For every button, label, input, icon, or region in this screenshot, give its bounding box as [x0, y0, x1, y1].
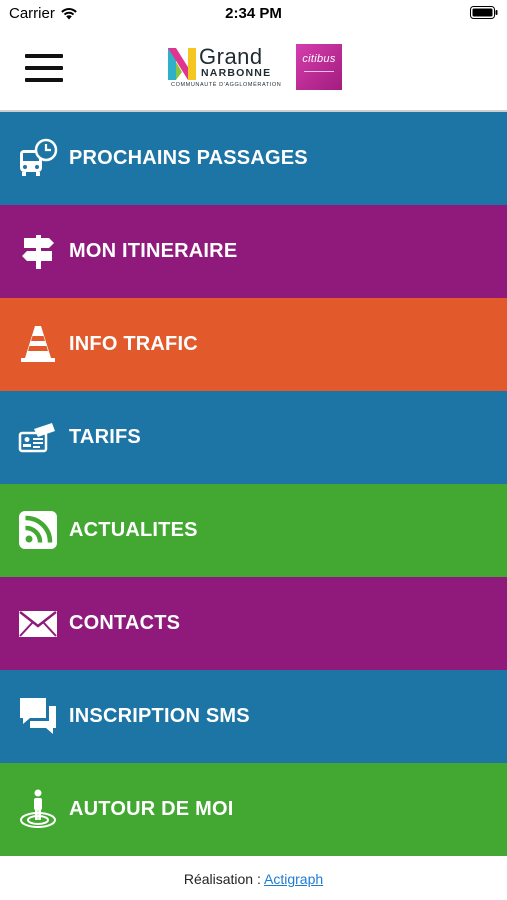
- menu-label: TARIFS: [69, 426, 141, 448]
- footer: Réalisation : Actigraph: [0, 858, 507, 900]
- rss-icon: [19, 511, 57, 549]
- menu-label: AUTOUR DE MOI: [69, 798, 234, 820]
- grand-narbonne-logo: Grand NARBONNE COMMUNAUTÉ D'AGGLOMÉRATIO…: [168, 44, 346, 94]
- status-bar: Carrier 2:34 PM: [0, 0, 507, 28]
- envelope-icon: [19, 611, 57, 637]
- citibus-text: citibus: [302, 53, 336, 65]
- menu-item-prochains-passages[interactable]: PROCHAINS PASSAGES: [0, 112, 507, 205]
- traffic-cone-icon: [21, 326, 55, 362]
- actigraph-link[interactable]: Actigraph: [264, 871, 323, 887]
- logo-narbonne-text: NARBONNE: [201, 67, 272, 79]
- battery-icon: [470, 6, 498, 23]
- citibus-logo: citibus: [296, 44, 342, 90]
- menu-label: CONTACTS: [69, 612, 181, 634]
- bus-clock-icon: [20, 138, 58, 176]
- menu-item-autour-de-moi[interactable]: AUTOUR DE MOI: [0, 763, 507, 856]
- person-location-icon: [20, 789, 56, 828]
- app-header: Grand NARBONNE COMMUNAUTÉ D'AGGLOMÉRATIO…: [0, 28, 507, 112]
- footer-prefix: Réalisation :: [183, 871, 264, 887]
- main-menu: PROCHAINS PASSAGES MON ITINERAIRE INFO T…: [0, 112, 507, 856]
- menu-item-actualites[interactable]: ACTUALITES: [0, 484, 507, 577]
- menu-label: PROCHAINS PASSAGES: [69, 147, 308, 169]
- menu-label: INFO TRAFIC: [69, 333, 198, 355]
- menu-item-tarifs[interactable]: TARIFS: [0, 391, 507, 484]
- menu-item-contacts[interactable]: CONTACTS: [0, 577, 507, 670]
- menu-item-mon-itineraire[interactable]: MON ITINERAIRE: [0, 205, 507, 298]
- menu-label: MON ITINERAIRE: [69, 240, 238, 262]
- menu-label: ACTUALITES: [69, 519, 198, 541]
- logo-n-mark-icon: [168, 48, 196, 80]
- menu-item-info-trafic[interactable]: INFO TRAFIC: [0, 298, 507, 391]
- ticket-card-icon: [18, 423, 55, 453]
- menu-item-inscription-sms[interactable]: INSCRIPTION SMS: [0, 670, 507, 763]
- signpost-icon: [22, 235, 54, 269]
- logo-subtitle: COMMUNAUTÉ D'AGGLOMÉRATION: [171, 82, 282, 88]
- chat-bubbles-icon: [20, 698, 56, 734]
- status-time: 2:34 PM: [225, 5, 282, 22]
- hamburger-menu-icon[interactable]: [25, 54, 63, 82]
- menu-label: INSCRIPTION SMS: [69, 705, 250, 727]
